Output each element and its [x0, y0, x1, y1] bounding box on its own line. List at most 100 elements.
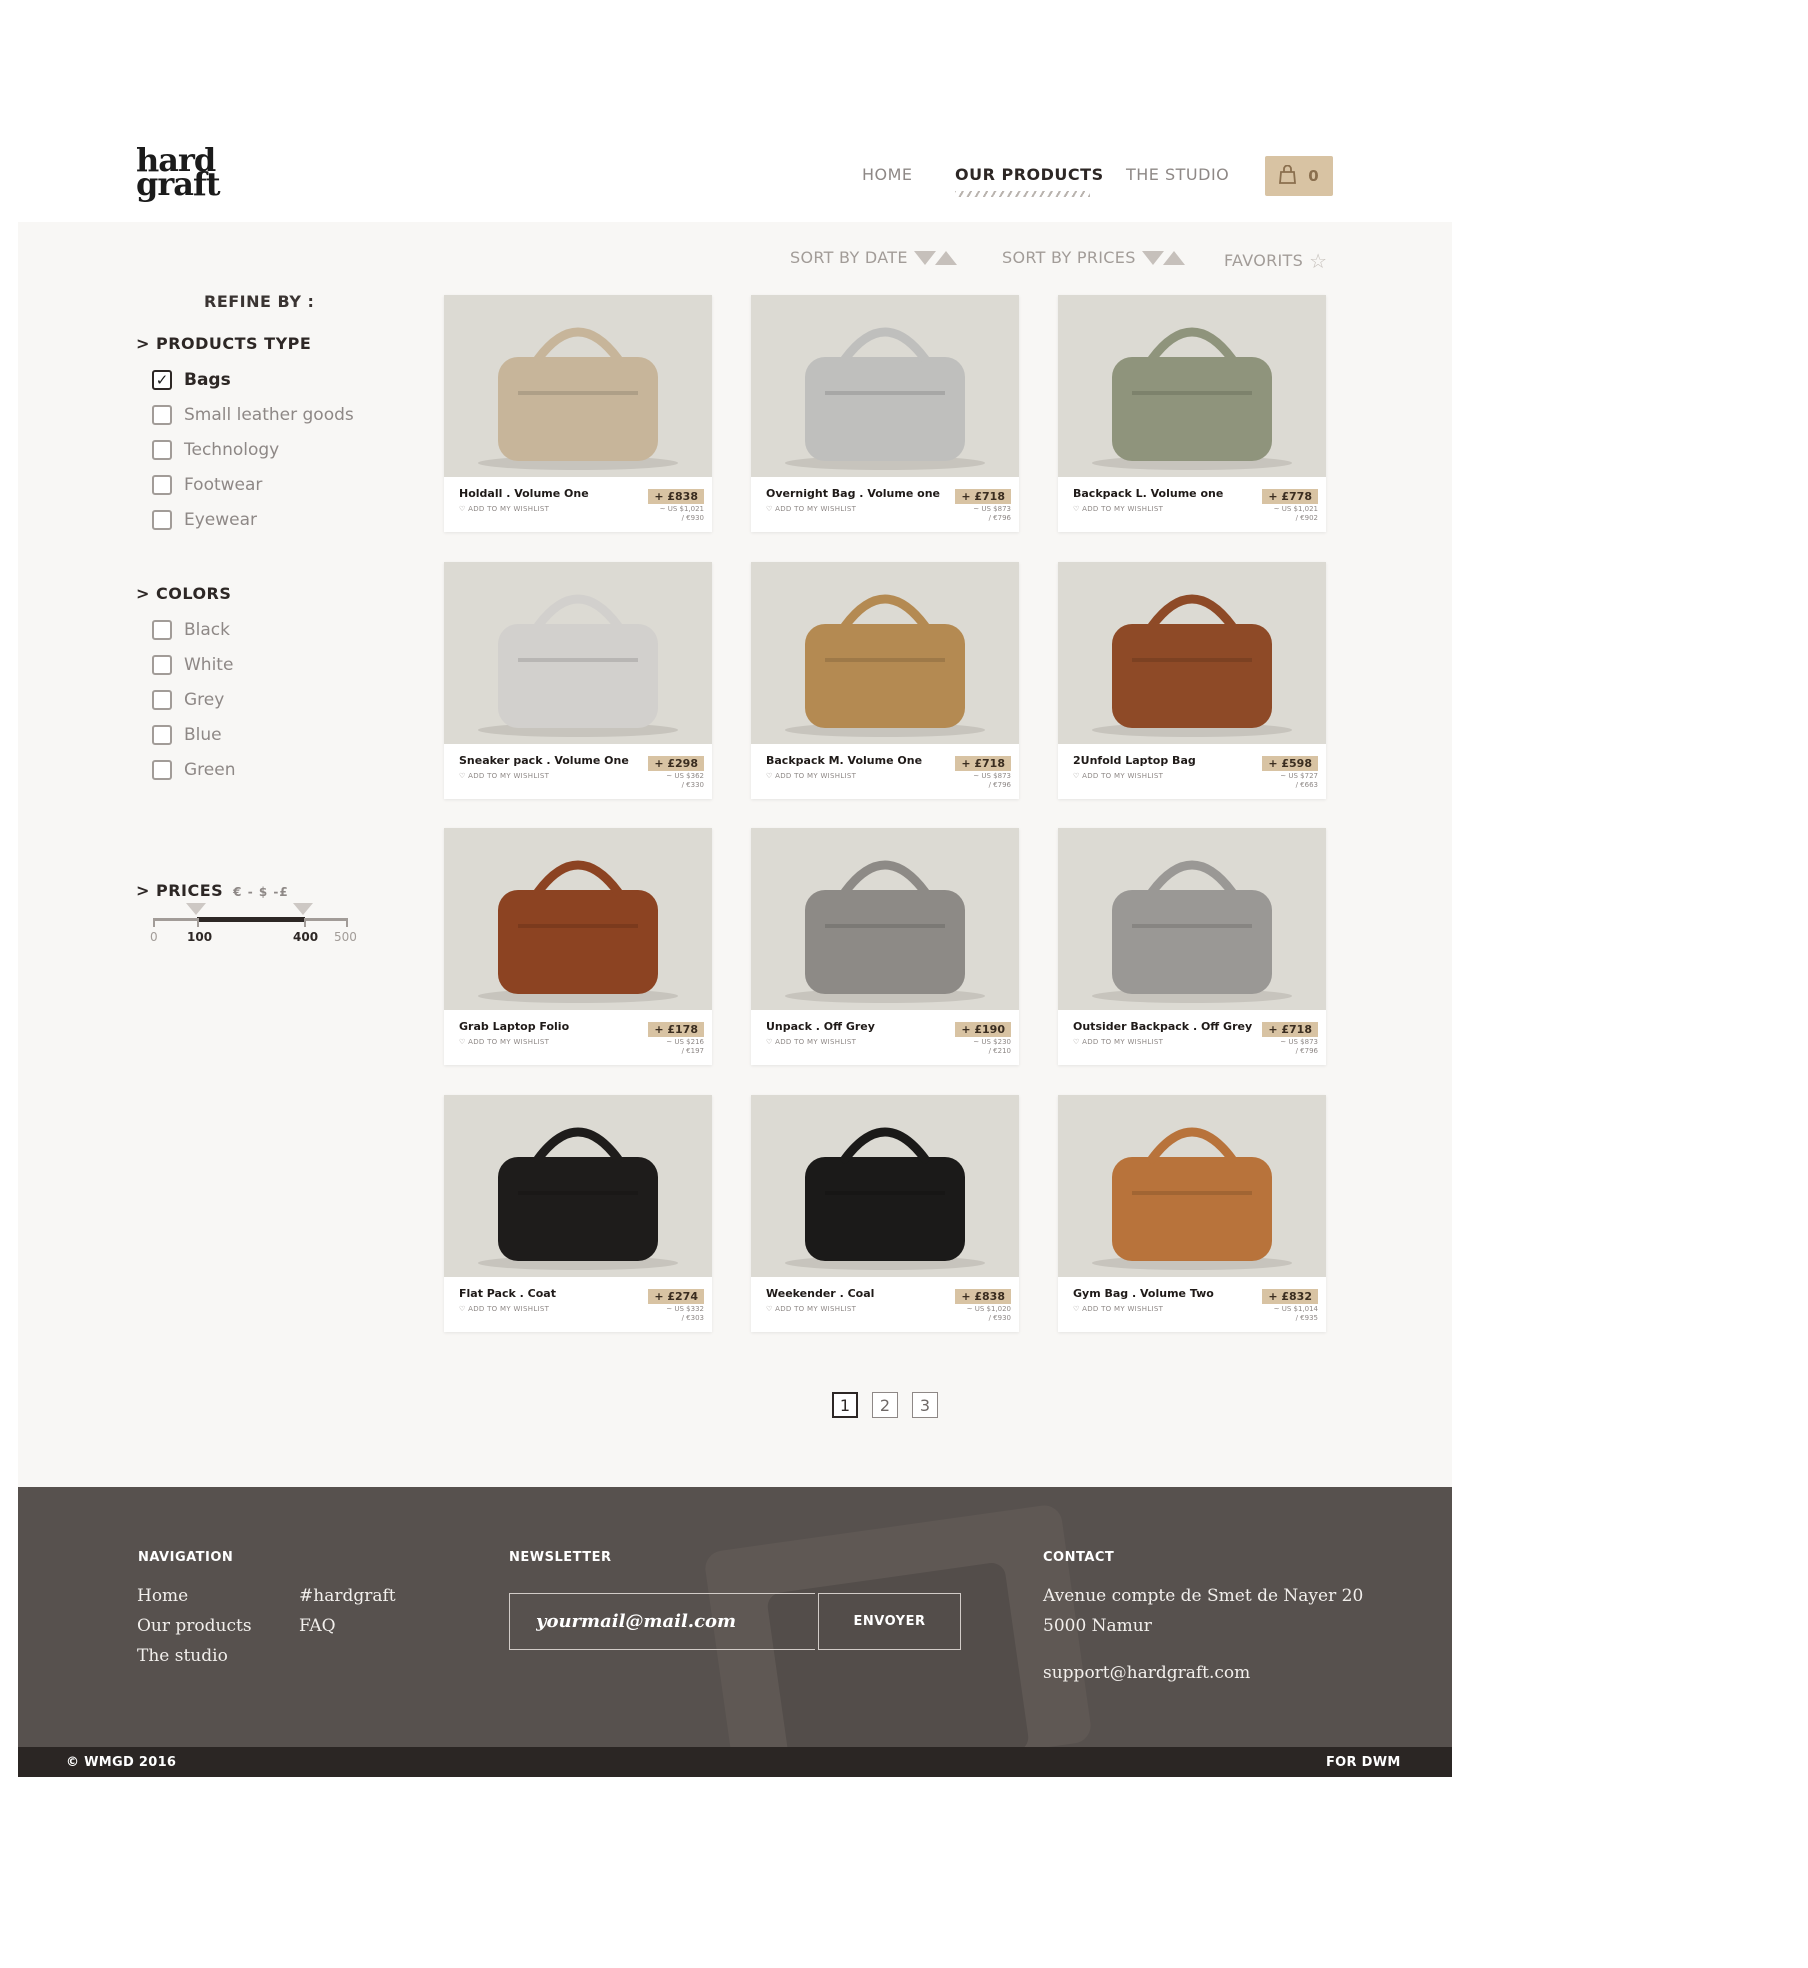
product-name[interactable]: Backpack L. Volume one: [1073, 487, 1223, 500]
footer-link-faq[interactable]: FAQ: [299, 1616, 336, 1636]
cart-button[interactable]: 0: [1265, 156, 1333, 196]
checkbox-icon[interactable]: [152, 475, 172, 495]
product-card[interactable]: Holdall . Volume One ♡ ADD TO MY WISHLIST…: [444, 295, 712, 532]
product-image[interactable]: [751, 1095, 1019, 1277]
product-name[interactable]: Unpack . Off Grey: [766, 1020, 875, 1033]
prices-title[interactable]: > PRICES € - $ -£: [136, 881, 289, 900]
add-to-wishlist-link[interactable]: ♡ ADD TO MY WISHLIST: [766, 1305, 856, 1313]
price-min-handle[interactable]: [186, 903, 206, 915]
product-name[interactable]: Sneaker pack . Volume One: [459, 754, 629, 767]
product-name[interactable]: Grab Laptop Folio: [459, 1020, 569, 1033]
product-card[interactable]: Grab Laptop Folio ♡ ADD TO MY WISHLIST + £…: [444, 828, 712, 1065]
filter-grey[interactable]: Grey: [152, 690, 224, 710]
filter-label: Green: [184, 760, 236, 780]
product-card[interactable]: Flat Pack . Coat ♡ ADD TO MY WISHLIST + £2…: [444, 1095, 712, 1332]
product-name[interactable]: Gym Bag . Volume Two: [1073, 1287, 1214, 1300]
add-to-wishlist-link[interactable]: ♡ ADD TO MY WISHLIST: [766, 1038, 856, 1046]
price-usd: ~ US $216: [666, 1038, 704, 1046]
page-1-button[interactable]: 1: [832, 1392, 858, 1418]
product-card[interactable]: Outsider Backpack . Off Grey ♡ ADD TO MY …: [1058, 828, 1326, 1065]
product-card[interactable]: Backpack M. Volume One ♡ ADD TO MY WISHLI…: [751, 562, 1019, 799]
product-name[interactable]: Holdall . Volume One: [459, 487, 589, 500]
checkbox-icon[interactable]: [152, 655, 172, 675]
filter-small-leather-goods[interactable]: Small leather goods: [152, 405, 354, 425]
filter-eyewear[interactable]: Eyewear: [152, 510, 257, 530]
filter-blue[interactable]: Blue: [152, 725, 222, 745]
checkbox-icon[interactable]: [152, 725, 172, 745]
add-to-wishlist-link[interactable]: ♡ ADD TO MY WISHLIST: [1073, 505, 1163, 513]
sort-by-date[interactable]: SORT BY DATE: [790, 248, 957, 267]
product-card[interactable]: Backpack L. Volume one ♡ ADD TO MY WISHLI…: [1058, 295, 1326, 532]
product-image[interactable]: [1058, 562, 1326, 744]
filter-footwear[interactable]: Footwear: [152, 475, 262, 495]
filter-black[interactable]: Black: [152, 620, 230, 640]
price-eur: / €663: [1295, 781, 1318, 789]
footer-link-the-studio[interactable]: The studio: [137, 1646, 228, 1666]
footer-link-home[interactable]: Home: [137, 1586, 188, 1606]
product-image[interactable]: [751, 828, 1019, 1010]
price-badge: + £598: [1262, 756, 1318, 771]
product-card[interactable]: Gym Bag . Volume Two ♡ ADD TO MY WISHLIST…: [1058, 1095, 1326, 1332]
nav-home[interactable]: HOME: [862, 165, 913, 184]
checkbox-icon[interactable]: [152, 760, 172, 780]
hardgraft-logo[interactable]: hard graft: [136, 144, 221, 204]
checkbox-icon[interactable]: [152, 405, 172, 425]
product-card[interactable]: Sneaker pack . Volume One ♡ ADD TO MY WIS…: [444, 562, 712, 799]
add-to-wishlist-link[interactable]: ♡ ADD TO MY WISHLIST: [766, 772, 856, 780]
product-image[interactable]: [1058, 828, 1326, 1010]
product-image[interactable]: [751, 562, 1019, 744]
nav-the-studio[interactable]: THE STUDIO: [1126, 165, 1229, 184]
product-name[interactable]: 2Unfold Laptop Bag: [1073, 754, 1196, 767]
currency-switcher[interactable]: € - $ -£: [233, 885, 289, 899]
filter-bags[interactable]: ✓ Bags: [152, 370, 231, 390]
product-card[interactable]: Overnight Bag . Volume one ♡ ADD TO MY WI…: [751, 295, 1019, 532]
filter-technology[interactable]: Technology: [152, 440, 279, 460]
favorites-button[interactable]: FAVORITS ☆: [1224, 251, 1327, 271]
product-image[interactable]: [444, 1095, 712, 1277]
add-to-wishlist-link[interactable]: ♡ ADD TO MY WISHLIST: [459, 1038, 549, 1046]
product-name[interactable]: Outsider Backpack . Off Grey: [1073, 1020, 1252, 1033]
price-max-handle[interactable]: [293, 903, 313, 915]
checkbox-icon[interactable]: [152, 690, 172, 710]
sort-by-prices[interactable]: SORT BY PRICES: [1002, 248, 1185, 267]
product-card[interactable]: Unpack . Off Grey ♡ ADD TO MY WISHLIST + £…: [751, 828, 1019, 1065]
product-name[interactable]: Backpack M. Volume One: [766, 754, 922, 767]
product-image[interactable]: [1058, 295, 1326, 477]
footer-link-hardgraft[interactable]: #hardgraft: [299, 1586, 396, 1606]
product-image[interactable]: [444, 295, 712, 477]
product-name[interactable]: Weekender . Coal: [766, 1287, 874, 1300]
product-card[interactable]: 2Unfold Laptop Bag ♡ ADD TO MY WISHLIST + …: [1058, 562, 1326, 799]
products-type-title[interactable]: > PRODUCTS TYPE: [136, 334, 311, 353]
product-image[interactable]: [444, 562, 712, 744]
product-name[interactable]: Overnight Bag . Volume one: [766, 487, 940, 500]
price-eur: / €796: [1295, 1047, 1318, 1055]
product-image[interactable]: [1058, 1095, 1326, 1277]
product-name[interactable]: Flat Pack . Coat: [459, 1287, 556, 1300]
newsletter-submit-button[interactable]: ENVOYER: [818, 1593, 961, 1650]
add-to-wishlist-link[interactable]: ♡ ADD TO MY WISHLIST: [459, 1305, 549, 1313]
product-image[interactable]: [444, 828, 712, 1010]
product-image[interactable]: [751, 295, 1019, 477]
colors-title[interactable]: > COLORS: [136, 584, 231, 603]
add-to-wishlist-link[interactable]: ♡ ADD TO MY WISHLIST: [766, 505, 856, 513]
contact-address-line-2: 5000 Namur: [1043, 1616, 1152, 1636]
page-2-button[interactable]: 2: [872, 1392, 898, 1418]
nav-our-products[interactable]: OUR PRODUCTS: [955, 165, 1104, 184]
add-to-wishlist-link[interactable]: ♡ ADD TO MY WISHLIST: [1073, 1038, 1163, 1046]
add-to-wishlist-link[interactable]: ♡ ADD TO MY WISHLIST: [459, 505, 549, 513]
checkbox-checked-icon[interactable]: ✓: [152, 370, 172, 390]
checkbox-icon[interactable]: [152, 440, 172, 460]
filter-white[interactable]: White: [152, 655, 233, 675]
checkbox-icon[interactable]: [152, 510, 172, 530]
add-to-wishlist-link[interactable]: ♡ ADD TO MY WISHLIST: [1073, 1305, 1163, 1313]
add-to-wishlist-link[interactable]: ♡ ADD TO MY WISHLIST: [1073, 772, 1163, 780]
footer-link-our-products[interactable]: Our products: [137, 1616, 252, 1636]
contact-email-link[interactable]: support@hardgraft.com: [1043, 1663, 1250, 1683]
checkbox-icon[interactable]: [152, 620, 172, 640]
add-to-wishlist-link[interactable]: ♡ ADD TO MY WISHLIST: [459, 772, 549, 780]
heart-icon: ♡: [1073, 1038, 1080, 1046]
filter-green[interactable]: Green: [152, 760, 235, 780]
product-card[interactable]: Weekender . Coal ♡ ADD TO MY WISHLIST + £8…: [751, 1095, 1019, 1332]
page-3-button[interactable]: 3: [912, 1392, 938, 1418]
newsletter-email-input[interactable]: [509, 1593, 815, 1650]
